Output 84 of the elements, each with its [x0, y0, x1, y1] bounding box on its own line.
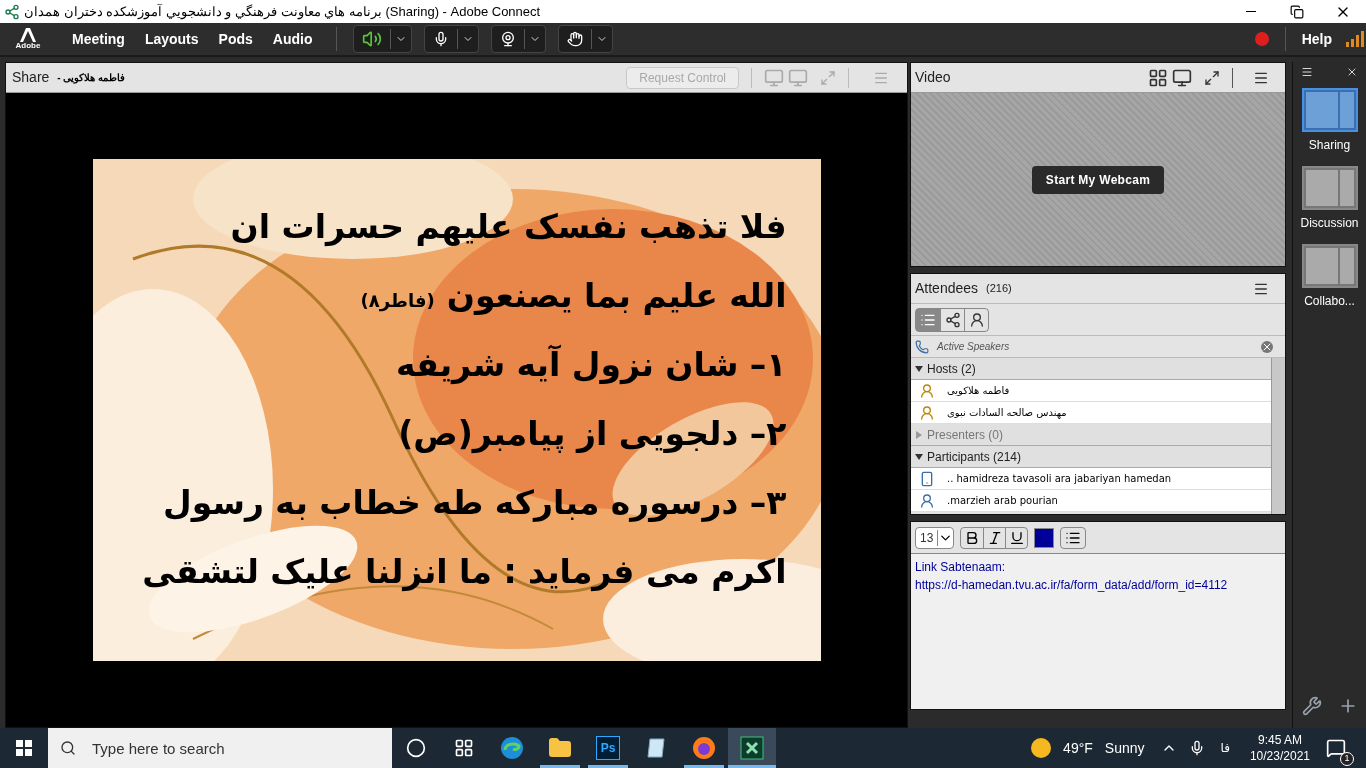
- layout-thumbnail: [1301, 166, 1358, 210]
- hand-icon: [567, 31, 584, 47]
- active-speakers-label: Active Speakers: [937, 340, 1010, 354]
- start-webcam-button[interactable]: Start My Webcam: [1031, 165, 1165, 194]
- search-icon: [60, 740, 76, 756]
- slide-text: ۲– دلجویی از پیامبر(ص): [398, 413, 787, 456]
- slide-text: ۳– درسوره مبارکه طه خطاب به رسول: [163, 482, 787, 524]
- single-view-icon[interactable]: [1172, 67, 1192, 88]
- layout-item[interactable]: Collabo...: [1301, 244, 1358, 310]
- slide-text: اکرم می فرماید : ما انزلنا علیک لتشقی: [142, 551, 787, 594]
- phone-user-icon: [919, 470, 935, 487]
- layout-label: Sharing: [1308, 137, 1351, 154]
- close-icon[interactable]: [1261, 340, 1273, 353]
- settings-icon[interactable]: [1301, 696, 1322, 716]
- folder-icon: [548, 736, 572, 760]
- attendee-count: (216): [986, 281, 1012, 297]
- search-field[interactable]: Type here to search: [48, 728, 392, 768]
- fullscreen-icon[interactable]: [1204, 69, 1220, 86]
- signal-icon: [1346, 31, 1364, 47]
- layout-item[interactable]: Discussion: [1300, 166, 1359, 232]
- adobe-logo: Adobe: [16, 28, 40, 50]
- language-indicator[interactable]: فا: [1220, 739, 1230, 757]
- pod-title: Share: [12, 68, 50, 87]
- group-header[interactable]: Participants (214): [911, 446, 1271, 468]
- layout-thumbnail: [1301, 244, 1358, 288]
- presenter-name: - فاطمه هلاکویی: [57, 71, 126, 85]
- sun-icon[interactable]: [1031, 738, 1052, 758]
- layout-item[interactable]: Sharing: [1301, 88, 1358, 154]
- notification-badge: 1: [1340, 752, 1354, 766]
- host-icon: [919, 404, 935, 421]
- notepad-icon: [644, 736, 668, 760]
- circle-icon: [406, 738, 426, 758]
- pod-title: Attendees: [915, 279, 979, 298]
- help-menu[interactable]: Help: [1301, 28, 1332, 50]
- temperature[interactable]: 49°F: [1063, 737, 1093, 759]
- layout-label: Discussion: [1300, 215, 1359, 232]
- slide-text: ۱– شان نزول آیه شریفه: [395, 343, 787, 387]
- firefox-icon: [692, 736, 716, 760]
- windows-icon: [16, 740, 32, 756]
- scrollbar[interactable]: [1271, 358, 1285, 514]
- menu-item[interactable]: Layouts: [136, 28, 207, 50]
- menu-item[interactable]: Pods: [210, 28, 261, 50]
- color-swatch[interactable]: [1034, 527, 1055, 548]
- window-title: برنامه هاي معاونت فرهنگي و دانشجويي آموزشكده دختران همدان (Sharing) - Adobe Connect: [24, 2, 541, 22]
- photoshop-icon: Ps: [596, 736, 620, 760]
- slide-text: فلا تذهب نفسک علیهم حسرات ان: [230, 206, 787, 249]
- clock[interactable]: 9:45 AM 10/23/2021: [1249, 732, 1310, 764]
- restore-icon: [1290, 4, 1304, 19]
- slide-text: الله علیم بما یصنعون: [446, 275, 787, 317]
- phone-icon: [915, 339, 929, 354]
- underline-icon: [1008, 529, 1025, 546]
- collapsed-triangle-icon: [915, 430, 923, 439]
- notification-icon[interactable]: [1326, 738, 1346, 758]
- speaker-icon: [362, 29, 383, 49]
- webcam-icon: [500, 31, 517, 47]
- chat-text: https://d-hamedan.tvu.ac.ir/fa/form_data/add/form_id=4112: [915, 577, 1229, 594]
- group-header[interactable]: Presenters (0): [911, 424, 1271, 446]
- menu-item[interactable]: Audio: [264, 28, 321, 50]
- user-icon: [968, 311, 985, 328]
- taskbar-app-button[interactable]: [728, 728, 776, 768]
- connect-icon: [740, 736, 764, 760]
- app-icon: [4, 3, 20, 20]
- user-icon: [919, 492, 935, 509]
- expanded-triangle-icon: [915, 364, 923, 373]
- network-icon: [944, 311, 961, 328]
- group-header[interactable]: Hosts (2): [911, 358, 1271, 380]
- close-icon[interactable]: [1346, 66, 1358, 78]
- layout-label: Collabo...: [1304, 293, 1355, 310]
- taskbar-app-button[interactable]: Ps: [584, 728, 632, 768]
- layout-thumbnail: [1301, 88, 1358, 132]
- grid-view-icon[interactable]: [1148, 67, 1168, 88]
- menu-icon[interactable]: [1301, 66, 1313, 78]
- chat-text: Link Sabtenaam:: [915, 559, 1007, 576]
- slide-note: (فاطر۸): [360, 289, 435, 314]
- edge-icon: [500, 736, 524, 760]
- pod-title: Video: [915, 68, 951, 87]
- weather-text[interactable]: Sunny: [1104, 737, 1145, 759]
- minimize-icon: [1246, 11, 1256, 12]
- list-button[interactable]: [1060, 526, 1087, 549]
- menu-item[interactable]: Meeting: [64, 28, 133, 50]
- attendee-name[interactable]: فاطمه هلاکویی: [947, 383, 1010, 398]
- host-icon: [919, 382, 935, 399]
- expanded-triangle-icon: [915, 452, 923, 461]
- task-view-icon: [454, 738, 474, 758]
